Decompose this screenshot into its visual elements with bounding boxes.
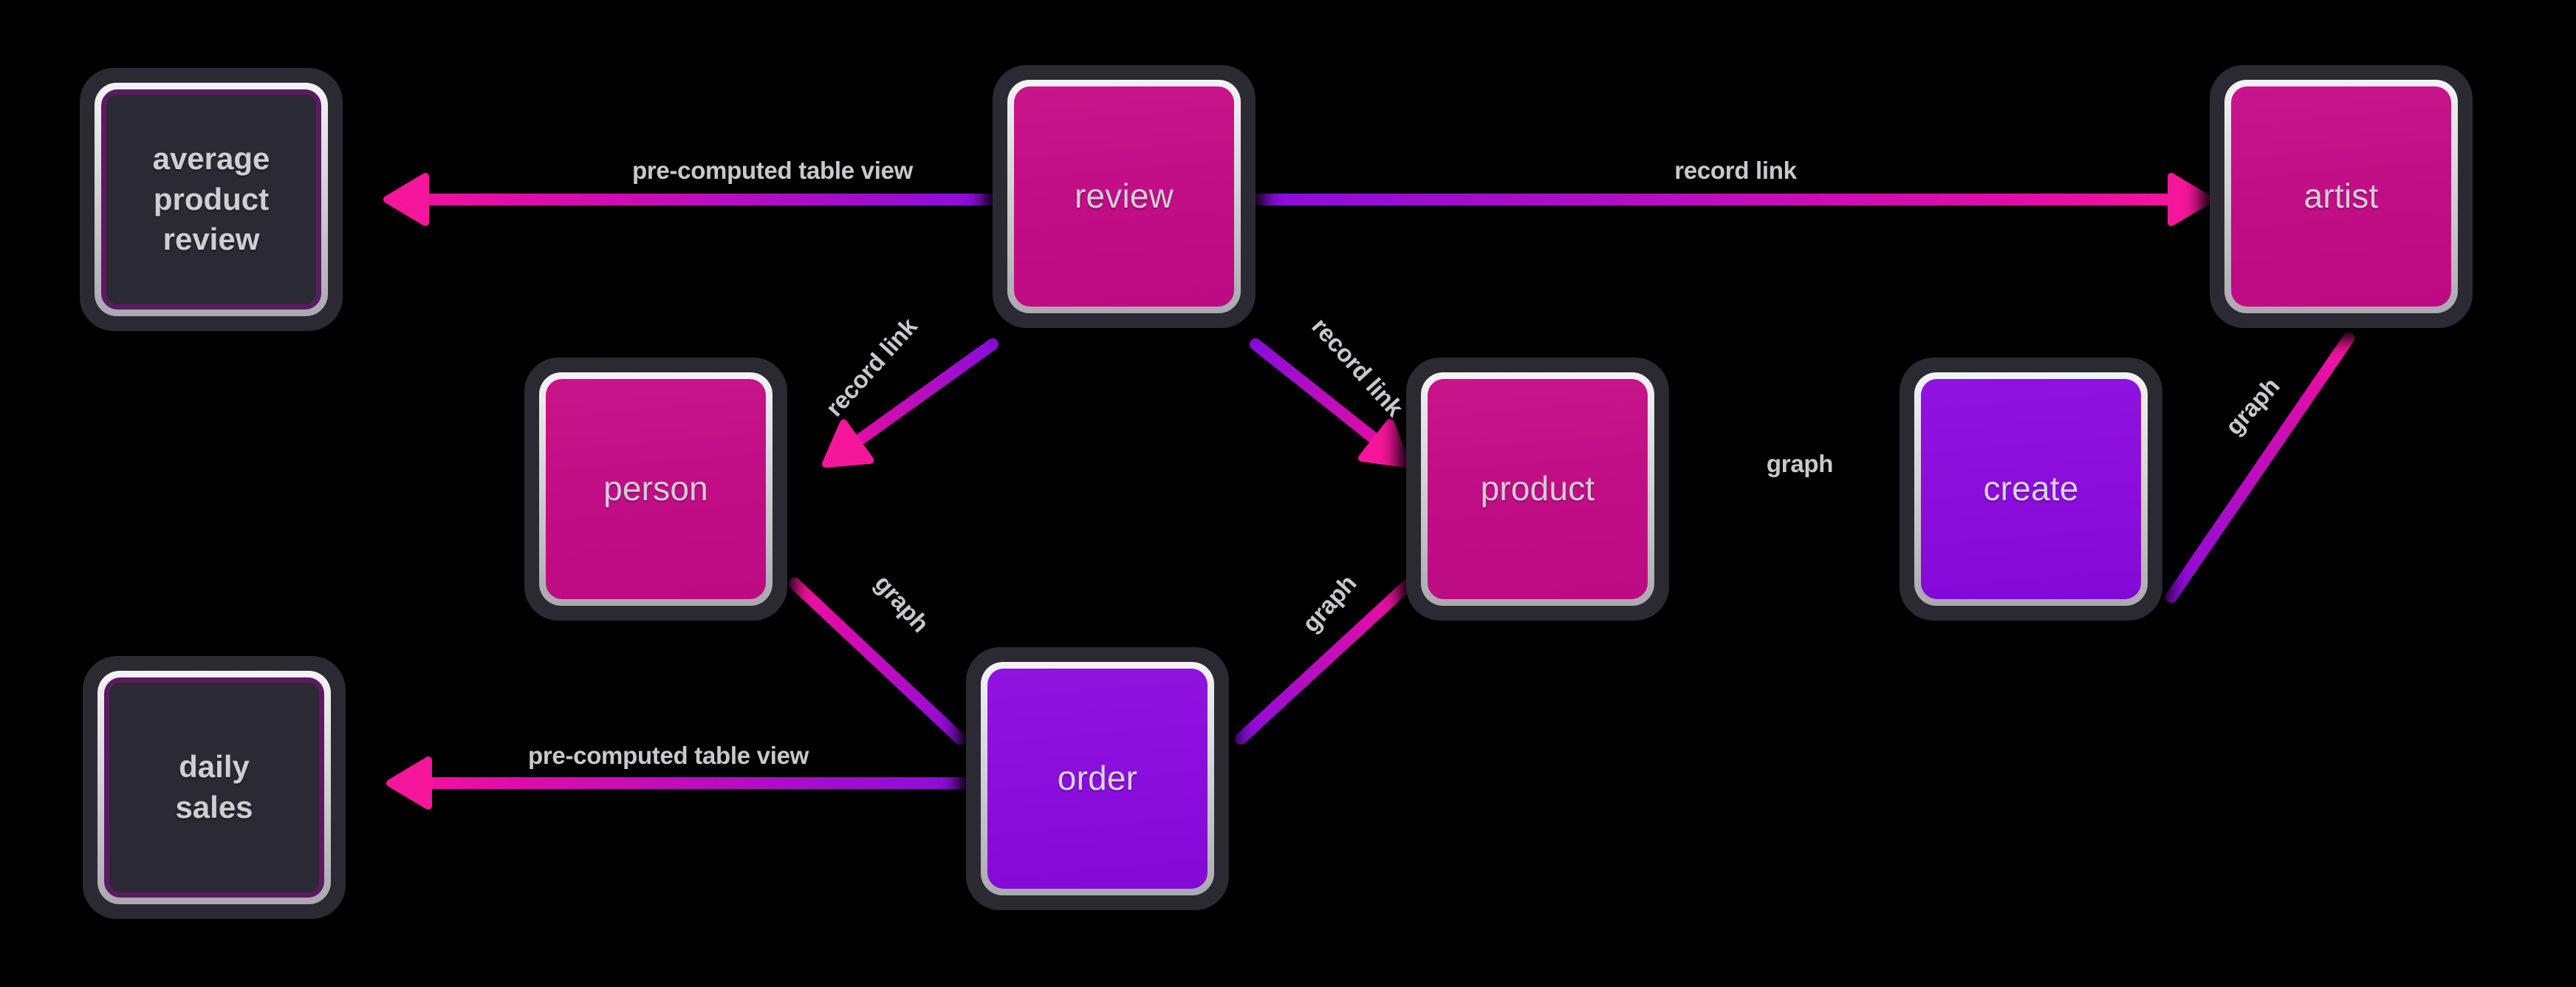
node-face: daily sales (104, 677, 324, 898)
node-ring: product (1421, 372, 1654, 606)
node-person[interactable]: person (524, 358, 787, 621)
node-face: artist (2231, 86, 2451, 307)
node-face: order (987, 669, 1208, 889)
edge-label-review-to-average-product-review: pre-computed table view (631, 157, 914, 184)
node-label-line: review (1074, 177, 1174, 216)
node-product[interactable]: product (1406, 358, 1669, 621)
node-label-line: product (153, 181, 270, 216)
node-ring: average product review (95, 83, 328, 316)
edge-label-order-to-daily-sales: pre-computed table view (527, 742, 809, 769)
node-label-line: product (1480, 469, 1595, 508)
node-artist[interactable]: artist (2210, 65, 2473, 328)
node-ring: artist (2224, 80, 2458, 313)
node-label-line: person (603, 469, 708, 508)
edge-layer (383, 173, 2354, 810)
node-label-line: order (1057, 759, 1138, 798)
node-face: average product review (101, 89, 321, 310)
node-face: person (546, 379, 766, 599)
node-daily-sales[interactable]: daily sales (83, 656, 346, 919)
node-create[interactable]: create (1900, 358, 2162, 621)
node-ring: order (981, 662, 1214, 895)
diagram-canvas: average product review review artist person pr… (0, 0, 2576, 987)
node-label-line: create (1983, 469, 2079, 508)
node-review[interactable]: review (993, 65, 1256, 328)
node-ring: review (1007, 80, 1241, 313)
node-ring: person (539, 372, 773, 606)
node-face: create (1921, 379, 2141, 599)
edge-arrowhead (386, 757, 432, 810)
node-ring: daily sales (97, 671, 331, 904)
node-order[interactable]: order (966, 647, 1229, 910)
edge-person-to-order[interactable] (789, 578, 966, 745)
node-label-line: review (162, 222, 260, 257)
node-label-line: average (152, 141, 270, 177)
node-ring: create (1914, 372, 2148, 606)
edge-line (789, 578, 966, 745)
edge-arrowhead (383, 173, 429, 226)
node-label-line: artist (2303, 177, 2379, 216)
node-face: product (1428, 379, 1648, 599)
node-label-line: daily (179, 749, 250, 785)
node-average-product-review[interactable]: average product review (80, 68, 343, 331)
edge-label-review-to-artist: record link (1674, 157, 1797, 184)
edge-arrowhead (2168, 173, 2213, 226)
node-face: review (1014, 86, 1234, 307)
node-label-line: sales (175, 790, 253, 824)
edge-label-create-to-product: graph (1766, 450, 1834, 477)
